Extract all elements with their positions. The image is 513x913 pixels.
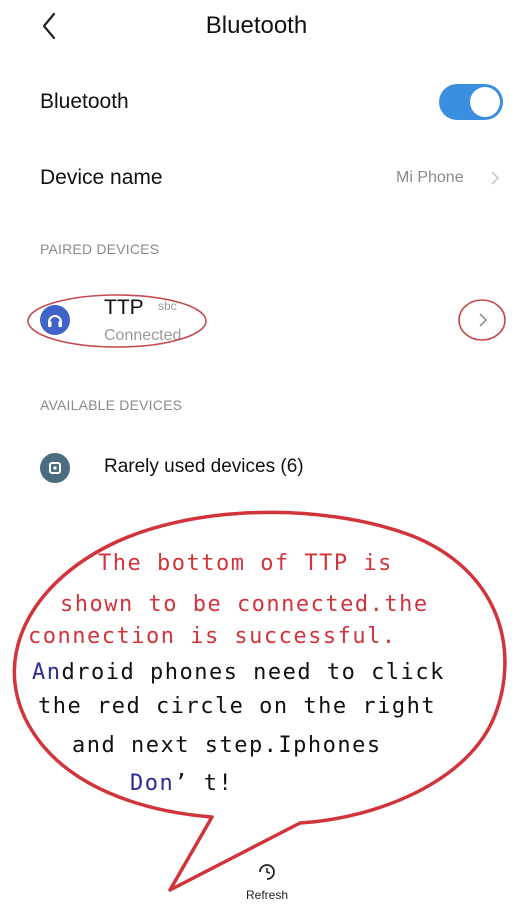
refresh-icon [259,864,275,880]
annotation-line-7-rest: ’ t! [174,771,234,796]
bluetooth-label: Bluetooth [40,90,129,113]
device-icon [40,453,70,483]
highlight-ellipse-device [27,294,207,348]
refresh-label: Refresh [245,888,289,902]
available-devices-header: AVAILABLE DEVICES [40,397,183,413]
toggle-knob [470,87,500,117]
bluetooth-row[interactable]: Bluetooth [0,74,513,130]
annotation-line-2: shown to be connected.the [60,592,429,617]
available-device-row[interactable]: Rarely used devices (6) [0,436,513,500]
device-name-label: Device name [40,166,163,189]
chevron-right-circle-icon [458,299,506,341]
device-name-value: Mi Phone [396,169,464,186]
refresh-button[interactable]: Refresh [232,860,302,912]
paired-devices-header: PAIRED DEVICES [40,241,160,257]
bluetooth-toggle[interactable] [439,84,503,120]
annotation-line-7-start: Don [130,771,175,796]
page-title: Bluetooth [205,12,308,39]
annotation-line-6: and next step.Iphones [72,733,382,758]
device-details-button[interactable] [457,298,507,342]
annotation-line-4-start: An [32,660,62,685]
annotation-line-4: Android phones need to click [32,660,445,685]
chevron-right-icon [491,171,500,185]
annotation-line-1: The bottom of TTP is [98,551,393,576]
annotation-line-4-rest: droid phones need to click [61,660,445,685]
device-name-row[interactable]: Device name Mi Phone [0,150,513,206]
annotation-line-3: connection is successful. [28,624,397,649]
annotation-line-7: Don’ t! [130,771,233,796]
annotation-line-5: the red circle on the right [38,694,437,719]
available-device-label: Rarely used devices (6) [104,456,304,477]
